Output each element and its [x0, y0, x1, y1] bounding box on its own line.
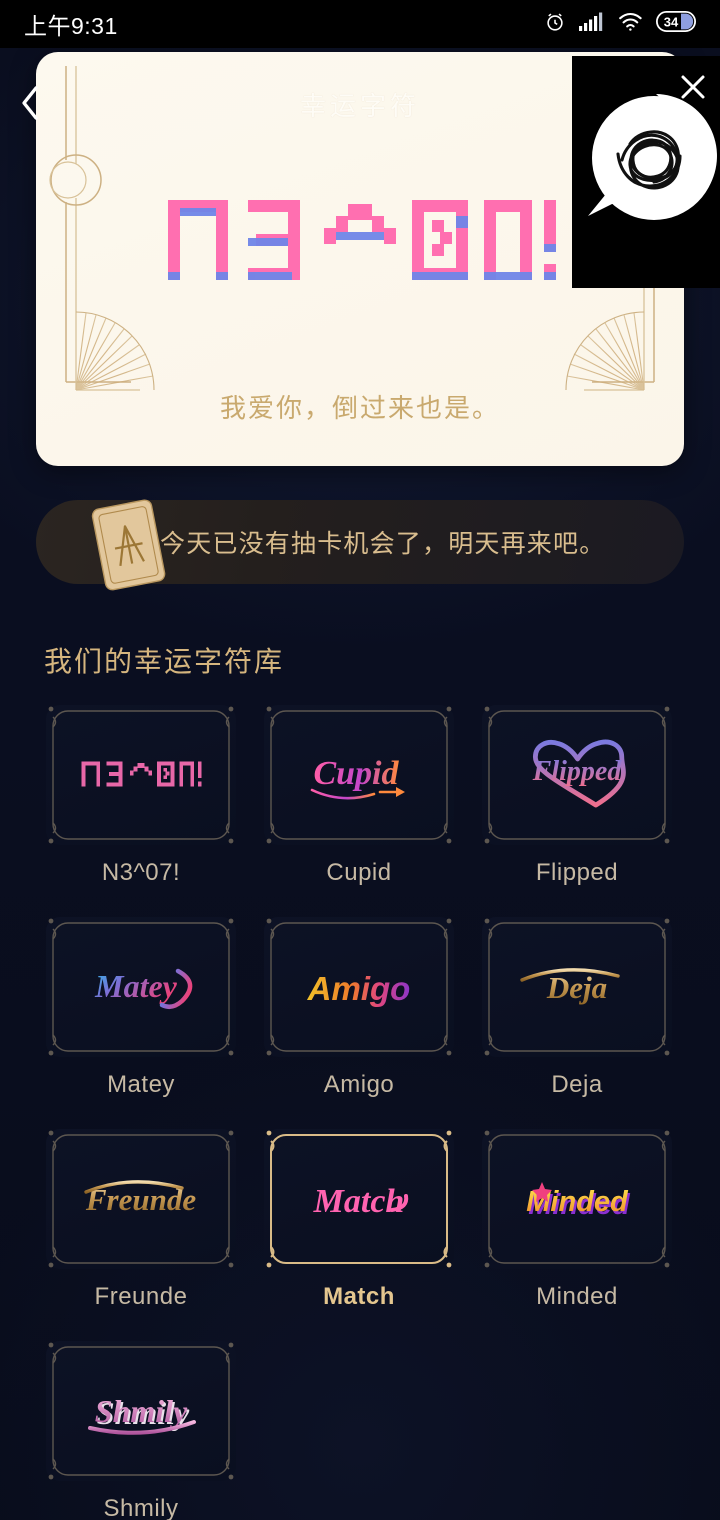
svg-text:Flipped: Flipped [532, 756, 623, 787]
charm-label: Minded [536, 1283, 618, 1310]
signal-icon [579, 12, 605, 37]
charm-card-match[interactable]: Match Match [264, 1129, 454, 1311]
charm-thumbnail[interactable]: Minded Minded [482, 1129, 672, 1269]
logo-heart: Flipped [532, 739, 626, 808]
fan-ornament-right [565, 311, 645, 391]
charm-label: Amigo [323, 1071, 395, 1098]
fan-ornament-left [75, 311, 155, 391]
logo-pixel [81, 761, 202, 787]
logo-gradient: Matey [94, 968, 193, 1010]
chevron-left-icon [22, 86, 38, 120]
svg-text:Matey: Matey [94, 968, 178, 1004]
charm-card-cupid[interactable]: Cupid Cupid [264, 705, 454, 887]
card-deck-icon [91, 499, 166, 591]
pixel-glyph-svg [168, 200, 556, 280]
charm-card-freunde[interactable]: Freunde Freunde [46, 1129, 236, 1311]
charm-thumbnail[interactable]: Cupid [264, 705, 454, 845]
charm-thumbnail[interactable]: Matey [46, 917, 236, 1057]
speech-bubble-overlay[interactable] [572, 56, 720, 288]
logo-playful: Amigo [307, 970, 411, 1007]
wifi-icon [618, 11, 643, 37]
charm-label: N3^07! [101, 859, 181, 886]
speech-bubble-scribble-icon [588, 94, 717, 220]
charm-thumbnail[interactable]: Shmily Shmily [46, 1341, 236, 1481]
svg-text:Deja: Deja [546, 970, 607, 1005]
charm-label: Flipped [535, 859, 619, 886]
notice-text: 今天已没有抽卡机会了，明天再来吧。 [160, 530, 606, 558]
charm-label: Freunde [94, 1283, 188, 1310]
charm-card-flipped[interactable]: Flipped Flipped [482, 705, 672, 887]
back-button[interactable] [6, 76, 54, 130]
charm-label: Matey [107, 1071, 175, 1098]
fortune-card-subtitle: 我爱你，倒过来也是。 [219, 393, 500, 423]
charm-label: Shmily [103, 1495, 179, 1520]
charm-thumbnail[interactable]: Amigo [264, 917, 454, 1057]
charm-card-amigo[interactable]: Amigo Amigo [264, 917, 454, 1099]
battery-icon: 34 [655, 10, 697, 37]
charm-label: Cupid [326, 859, 392, 886]
charm-card-deja[interactable]: Deja Deja [482, 917, 672, 1099]
charm-label: Match [323, 1283, 395, 1310]
logo-gold: Deja [520, 968, 620, 1005]
alarm-icon [544, 11, 566, 38]
charm-card-shmily[interactable]: Shmily Shmily Shmily [46, 1341, 236, 1520]
charm-card-minded[interactable]: Minded Minded Minded [482, 1129, 672, 1311]
app-root: 上午9:31 34 幸运字符 我爱你，倒过来也是。 今天已没有抽卡机会了，明天再… [0, 0, 720, 1520]
draw-notice-banner: 今天已没有抽卡机会了，明天再来吧。 [36, 499, 684, 591]
charm-label: Deja [551, 1071, 603, 1098]
logo-script: Cupid [310, 755, 405, 800]
library-section-title: 我们的幸运字符库 [44, 646, 285, 677]
svg-text:Match: Match [313, 1183, 405, 1220]
lucky-charm-grid: N3^07! Cupid Cupid Flipped Flipped Matey… [46, 705, 678, 1520]
svg-text:Amigo: Amigo [307, 970, 411, 1007]
svg-text:Shmily: Shmily [95, 1393, 188, 1429]
status-bar-time: 上午9:31 [24, 13, 118, 39]
logo-gold: Freunde [84, 1180, 196, 1217]
logo-retro: Shmily Shmily [88, 1393, 196, 1435]
svg-text:Cupid: Cupid [313, 755, 399, 792]
charm-thumbnail[interactable]: Freunde [46, 1129, 236, 1269]
battery-level-text: 34 [664, 14, 679, 29]
charm-card-matey[interactable]: Matey Matey [46, 917, 236, 1099]
charm-thumbnail[interactable] [46, 705, 236, 845]
logo-pink: Match [313, 1183, 409, 1220]
charm-thumbnail[interactable]: Flipped [482, 705, 672, 845]
logo-bold3d: Minded Minded [526, 1182, 631, 1221]
status-bar: 上午9:31 34 [0, 0, 720, 48]
close-icon[interactable] [678, 72, 708, 102]
charm-thumbnail[interactable]: Match [264, 1129, 454, 1269]
charm-card-n3-07[interactable]: N3^07! [46, 705, 236, 887]
charm-thumbnail[interactable]: Deja [482, 917, 672, 1057]
